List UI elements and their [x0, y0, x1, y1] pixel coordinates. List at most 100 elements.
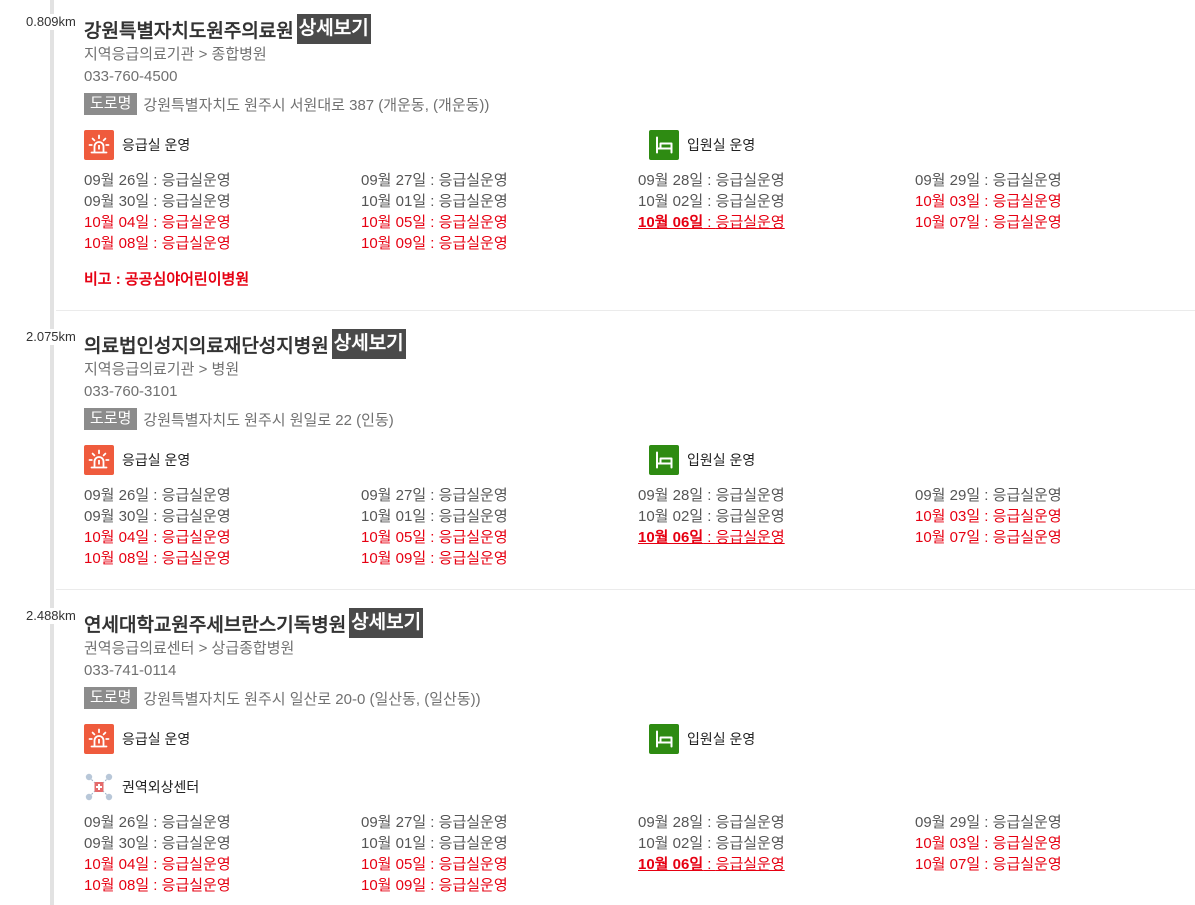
emergency-level: 지역응급의료기관 — [84, 361, 195, 378]
category-separator: > — [198, 46, 208, 63]
schedule-date: 09월 26일 — [84, 172, 150, 189]
schedule-status: 응급실운영 — [438, 529, 508, 546]
schedule-status: 응급실운영 — [715, 529, 785, 546]
schedule-separator: : — [149, 172, 162, 189]
schedule-status: 응급실운영 — [161, 235, 231, 252]
schedule-separator: : — [149, 487, 162, 504]
schedule-date: 10월 08일 — [84, 550, 150, 567]
schedule-status: 응급실운영 — [161, 193, 231, 210]
schedule-day: 10월 04일 : 응급실운영 — [84, 854, 361, 875]
schedule-day: 10월 07일 : 응급실운영 — [915, 212, 1192, 233]
detail-view-button[interactable]: 상세보기 — [296, 14, 371, 44]
schedule-separator: : — [426, 529, 439, 546]
schedule-status: 응급실운영 — [715, 814, 785, 831]
schedule-separator: : — [980, 835, 993, 852]
schedule-day: 10월 06일 : 응급실운영 — [638, 212, 915, 233]
trauma-center-icon — [84, 772, 114, 802]
detail-view-button[interactable]: 상세보기 — [349, 608, 424, 638]
address-row: 도로명 강원특별자치도 원주시 서원대로 387 (개운동, (개운동)) — [84, 93, 1195, 115]
emergency-level: 권역응급의료센터 — [84, 640, 195, 657]
schedule-status: 응급실운영 — [715, 487, 785, 504]
road-address: 강원특별자치도 원주시 원일로 22 (인동) — [143, 411, 394, 429]
schedule-date: 10월 03일 — [915, 508, 981, 525]
address-row: 도로명 강원특별자치도 원주시 원일로 22 (인동) — [84, 408, 1195, 430]
schedule-day: 09월 29일 : 응급실운영 — [915, 170, 1192, 191]
siren-icon — [84, 130, 114, 160]
schedule-day: 10월 03일 : 응급실운영 — [915, 506, 1192, 527]
schedule-status: 응급실운영 — [715, 835, 785, 852]
schedule-day: 10월 05일 : 응급실운영 — [361, 527, 638, 548]
schedule-day: 10월 01일 : 응급실운영 — [361, 833, 638, 854]
schedule-day: 10월 08일 : 응급실운영 — [84, 548, 361, 569]
schedule-separator: : — [426, 235, 439, 252]
hospital-name-link[interactable]: 연세대학교원주세브란스기독병원 — [84, 610, 346, 637]
schedule-separator: : — [703, 214, 716, 231]
schedule-date: 10월 09일 — [361, 235, 427, 252]
schedule-separator: : — [703, 856, 716, 873]
category-separator: > — [198, 361, 208, 378]
operation-status-row: 응급실 운영 입원실 운영 — [84, 445, 1195, 475]
schedule-status: 응급실운영 — [161, 856, 231, 873]
ward-status: 입원실 운영 — [649, 130, 1195, 160]
schedule-day: 09월 27일 : 응급실운영 — [361, 485, 638, 506]
er-schedule-grid: 09월 26일 : 응급실운영 09월 27일 : 응급실운영 09월 28일 : … — [84, 485, 1195, 569]
schedule-separator: : — [703, 529, 716, 546]
schedule-status: 응급실운영 — [438, 172, 508, 189]
schedule-day: 10월 01일 : 응급실운영 — [361, 191, 638, 212]
hospital-name-link[interactable]: 의료법인성지의료재단성지병원 — [84, 331, 329, 358]
schedule-status: 응급실운영 — [438, 487, 508, 504]
siren-icon — [84, 445, 114, 475]
schedule-status: 응급실운영 — [715, 214, 785, 231]
detail-view-button[interactable]: 상세보기 — [331, 329, 406, 359]
ward-status-label: 입원실 운영 — [687, 731, 756, 747]
schedule-day: 10월 03일 : 응급실운영 — [915, 833, 1192, 854]
service-badge: 권역외상센터 — [84, 772, 1195, 802]
schedule-date: 09월 27일 — [361, 487, 427, 504]
page: 0.809km 강원특별자치도원주의료원 상세보기 지역응급의료기관 > 종합병… — [0, 0, 1195, 905]
hospital-name-link[interactable]: 강원특별자치도원주의료원 — [84, 16, 294, 43]
schedule-day: 10월 06일 : 응급실운영 — [638, 527, 915, 548]
schedule-separator: : — [426, 172, 439, 189]
schedule-day: 10월 06일 : 응급실운영 — [638, 854, 915, 875]
hospital-type: 종합병원 — [211, 46, 267, 63]
hospital-entry: 0.809km 강원특별자치도원주의료원 상세보기 지역응급의료기관 > 종합병… — [26, 0, 1195, 311]
hospital-title-row: 0.809km 강원특별자치도원주의료원 상세보기 — [26, 14, 1195, 44]
schedule-date: 10월 01일 — [361, 508, 427, 525]
schedule-separator: : — [149, 856, 162, 873]
schedule-date: 10월 07일 — [915, 214, 981, 231]
schedule-date: 10월 06일 — [638, 214, 704, 231]
schedule-separator: : — [980, 508, 993, 525]
schedule-separator: : — [703, 487, 716, 504]
bed-icon — [649, 724, 679, 754]
road-address: 강원특별자치도 원주시 서원대로 387 (개운동, (개운동)) — [143, 96, 490, 114]
schedule-separator: : — [426, 835, 439, 852]
schedule-day: 09월 30일 : 응급실운영 — [84, 191, 361, 212]
schedule-separator: : — [980, 193, 993, 210]
schedule-separator: : — [426, 214, 439, 231]
schedule-date: 10월 01일 — [361, 193, 427, 210]
schedule-separator: : — [149, 508, 162, 525]
schedule-separator: : — [980, 814, 993, 831]
schedule-date: 10월 07일 — [915, 856, 981, 873]
schedule-date: 10월 07일 — [915, 529, 981, 546]
schedule-day: 09월 30일 : 응급실운영 — [84, 833, 361, 854]
schedule-separator: : — [703, 172, 716, 189]
siren-icon — [84, 724, 114, 754]
schedule-status: 응급실운영 — [438, 235, 508, 252]
schedule-status: 응급실운영 — [161, 487, 231, 504]
er-status-label: 응급실 운영 — [122, 731, 191, 747]
schedule-day: 09월 30일 : 응급실운영 — [84, 506, 361, 527]
er-schedule-grid: 09월 26일 : 응급실운영 09월 27일 : 응급실운영 09월 28일 : … — [84, 812, 1195, 896]
schedule-date: 10월 06일 — [638, 529, 704, 546]
schedule-status: 응급실운영 — [161, 550, 231, 567]
ward-status: 입원실 운영 — [649, 445, 1195, 475]
institution-category: 지역응급의료기관 > 병원 — [84, 359, 1195, 381]
schedule-status: 응급실운영 — [161, 877, 231, 894]
schedule-day: 09월 27일 : 응급실운영 — [361, 170, 638, 191]
schedule-separator: : — [149, 214, 162, 231]
hospital-title-row: 2.488km 연세대학교원주세브란스기독병원 상세보기 — [26, 608, 1195, 638]
schedule-date: 10월 01일 — [361, 835, 427, 852]
schedule-date: 10월 08일 — [84, 877, 150, 894]
emergency-level: 지역응급의료기관 — [84, 46, 195, 63]
distance-label: 2.075km — [26, 329, 78, 345]
